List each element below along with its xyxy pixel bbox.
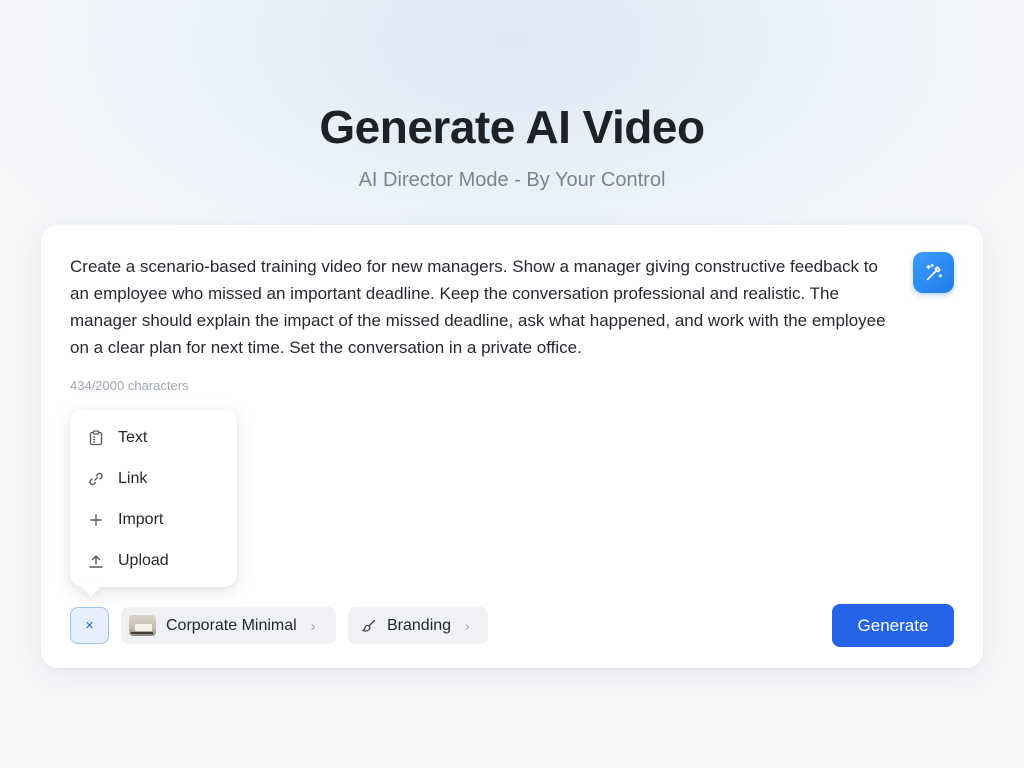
menu-item-label: Text bbox=[118, 428, 148, 446]
magic-wand-icon bbox=[925, 263, 942, 280]
chevron-right-icon: › bbox=[310, 617, 316, 634]
menu-item-text[interactable]: Text bbox=[70, 417, 237, 458]
menu-item-upload[interactable]: Upload bbox=[70, 540, 237, 581]
plus-icon bbox=[88, 512, 104, 528]
prompt-card: Create a scenario-based training video f… bbox=[41, 225, 983, 668]
add-source-menu: Text Link Import Upload bbox=[70, 410, 237, 587]
link-icon bbox=[88, 471, 104, 487]
menu-item-link[interactable]: Link bbox=[70, 458, 237, 499]
menu-item-label: Upload bbox=[118, 551, 169, 569]
close-menu-button[interactable]: × bbox=[70, 607, 109, 644]
page-subtitle: AI Director Mode - By Your Control bbox=[358, 169, 666, 191]
style-label: Corporate Minimal bbox=[166, 616, 297, 634]
prompt-textarea[interactable]: Create a scenario-based training video f… bbox=[70, 253, 892, 361]
upload-icon bbox=[88, 553, 104, 569]
style-selector[interactable]: Corporate Minimal › bbox=[121, 607, 336, 644]
generate-button[interactable]: Generate bbox=[832, 604, 954, 647]
branding-label: Branding bbox=[387, 616, 452, 634]
chevron-right-icon: › bbox=[465, 617, 470, 634]
branding-selector[interactable]: Branding › bbox=[348, 607, 488, 644]
style-thumbnail bbox=[129, 615, 156, 636]
page-title: Generate AI Video bbox=[319, 101, 705, 153]
menu-item-label: Import bbox=[118, 510, 164, 528]
enhance-prompt-button[interactable] bbox=[913, 252, 954, 293]
character-count: 434/2000 characters bbox=[70, 378, 189, 393]
clipboard-icon bbox=[88, 429, 104, 446]
menu-item-label: Link bbox=[118, 469, 148, 487]
brush-icon bbox=[361, 618, 377, 634]
menu-item-import[interactable]: Import bbox=[70, 499, 237, 540]
